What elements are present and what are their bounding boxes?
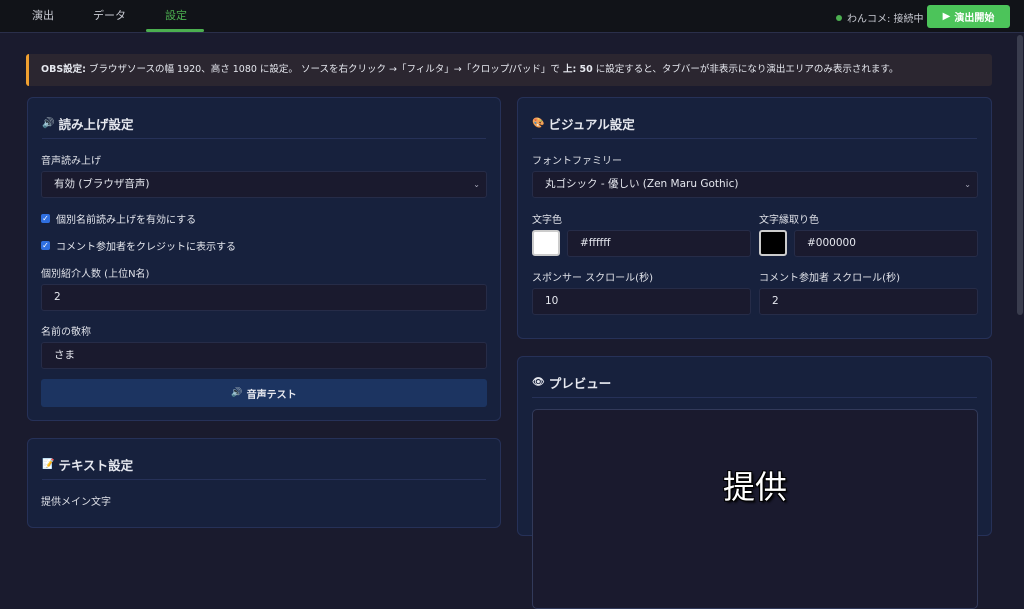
outline-color-input[interactable]: #000000: [794, 230, 978, 257]
honorific-label: 名前の敬称: [41, 327, 91, 338]
voice-value: 有効 (ブラウザ音声): [54, 178, 150, 190]
font-value: 丸ゴシック - 優しい (Zen Maru Gothic): [545, 178, 739, 190]
text-settings-card: 📝 テキスト設定 提供メイン文字: [27, 438, 501, 528]
voice-test-button[interactable]: 🔊 音声テスト: [41, 379, 487, 407]
start-performance-button[interactable]: ▶ 演出開始: [927, 5, 1010, 28]
notice-label: OBS設定:: [41, 64, 86, 75]
comment-scroll-input[interactable]: 2: [759, 288, 978, 315]
comment-scroll-label: コメント参加者 スクロール(秒): [759, 273, 900, 284]
notice-text: ブラウザソースの幅 1920、高さ 1080 に設定。 ソースを右クリック →「…: [85, 64, 563, 75]
card-title: ビジュアル設定: [548, 117, 635, 132]
active-tab-indicator: [146, 29, 204, 32]
text-color-input[interactable]: #ffffff: [567, 230, 751, 257]
outline-color-label: 文字縁取り色: [759, 215, 819, 226]
divider: [42, 138, 486, 139]
card-title: 読み上げ設定: [58, 117, 134, 132]
connection-status: わんコメ: 接続中: [836, 10, 924, 25]
text-color-swatch[interactable]: [532, 230, 560, 256]
checkbox-label: 個別名前読み上げを有効にする: [56, 215, 197, 226]
credits-checkbox[interactable]: ✓ コメント参加者をクレジットに表示する: [41, 238, 236, 253]
card-title: プレビュー: [548, 376, 612, 391]
text-color-label: 文字色: [532, 215, 562, 226]
font-label: フォントファミリー: [532, 156, 622, 167]
count-label: 個別紹介人数 (上位N名): [41, 269, 150, 280]
sponsor-scroll-label: スポンサー スクロール(秒): [532, 273, 653, 284]
speaker-icon: 🔊: [231, 388, 243, 398]
names-reading-checkbox[interactable]: ✓ 個別名前読み上げを有効にする: [41, 211, 196, 226]
divider: [532, 397, 977, 398]
divider: [532, 138, 977, 139]
tab-settings[interactable]: 設定: [165, 0, 187, 32]
checkbox-checked-icon[interactable]: ✓: [41, 241, 50, 250]
main-text-label: 提供メイン文字: [41, 497, 111, 508]
visual-settings-card: 🎨 ビジュアル設定 フォントファミリー 丸ゴシック - 優しい (Zen Maru…: [517, 97, 992, 339]
chevron-down-icon: ⌄: [964, 180, 971, 189]
top-bar: 演出 データ 設定 わんコメ: 接続中 ▶ 演出開始: [0, 0, 1024, 33]
palette-icon: 🎨: [532, 118, 545, 129]
status-dot-icon: [836, 14, 842, 21]
speaker-icon: 🔊: [42, 118, 55, 129]
memo-icon: 📝: [42, 459, 55, 470]
test-label: 音声テスト: [246, 389, 297, 401]
eye-icon: 👁: [532, 377, 545, 388]
count-input[interactable]: 2: [41, 284, 487, 311]
checkbox-checked-icon[interactable]: ✓: [41, 214, 50, 223]
checkbox-label: コメント参加者をクレジットに表示する: [56, 242, 236, 253]
preview-area: 提供: [532, 409, 978, 609]
font-select[interactable]: 丸ゴシック - 優しい (Zen Maru Gothic) ⌄: [532, 171, 978, 198]
status-text: わんコメ: 接続中: [847, 14, 924, 25]
notice-text-2: に設定すると、タブバーが非表示になり演出エリアのみ表示されます。: [592, 64, 899, 75]
voice-select[interactable]: 有効 (ブラウザ音声) ⌄: [41, 171, 487, 198]
start-label: 演出開始: [954, 13, 995, 24]
preview-text: 提供: [722, 468, 787, 506]
obs-notice: OBS設定: ブラウザソースの幅 1920、高さ 1080 に設定。 ソースを右…: [26, 54, 992, 86]
scrollbar[interactable]: [1017, 35, 1023, 315]
card-title: テキスト設定: [58, 458, 134, 473]
notice-crop-value: 上: 50: [562, 64, 593, 75]
reading-settings-card: 🔊 読み上げ設定 音声読み上げ 有効 (ブラウザ音声) ⌄ ✓ 個別名前読み上げを有効…: [27, 97, 501, 421]
tab-performance[interactable]: 演出: [32, 0, 54, 32]
preview-card: 👁 プレビュー 提供: [517, 356, 992, 609]
sponsor-scroll-input[interactable]: 10: [532, 288, 751, 315]
play-icon: ▶: [942, 11, 951, 22]
honorific-input[interactable]: さま: [41, 342, 487, 369]
tab-data[interactable]: データ: [93, 0, 126, 32]
outline-color-swatch[interactable]: [759, 230, 787, 256]
chevron-down-icon: ⌄: [473, 180, 480, 189]
voice-label: 音声読み上げ: [41, 156, 101, 167]
divider: [42, 479, 486, 480]
